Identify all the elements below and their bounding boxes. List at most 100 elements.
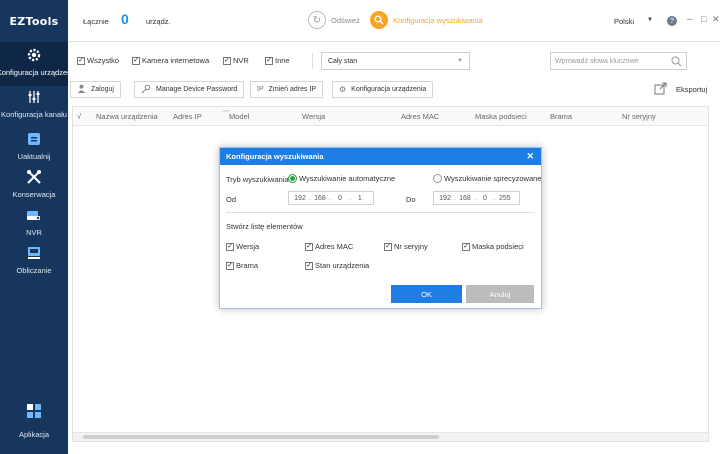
sidebar-item-label: NVR	[26, 228, 42, 237]
help-icon[interactable]: ?	[667, 16, 677, 26]
list-items-label: Stwórz listę elementów	[226, 222, 303, 231]
sidebar: EZTools Konfiguracja urządzeń Konfigurac…	[0, 0, 68, 454]
chevron-down-icon[interactable]: ▼	[647, 17, 653, 23]
login-button[interactable]: Zaloguj	[70, 81, 121, 98]
dialog-header: Konfiguracja wyszukiwania ✕	[220, 148, 541, 165]
column-device-name[interactable]: Nazwa urządzenia	[96, 112, 158, 121]
item-mac-checkbox[interactable]: ✓ Adres MAC	[305, 242, 353, 251]
scrollbar-thumb[interactable]	[83, 435, 439, 439]
search-input[interactable]: Wprowadź słowa kluczowe	[550, 52, 687, 70]
search-icon[interactable]	[671, 56, 682, 69]
check-icon: ✓	[305, 261, 313, 270]
mode-auto-radio[interactable]: Wyszukiwanie automatyczne	[288, 174, 395, 183]
state-select-value: Cały stan	[328, 57, 358, 65]
ip-octet: 168	[314, 194, 326, 202]
item-state-checkbox[interactable]: ✓ Stan urządzenia	[305, 261, 369, 270]
column-serial[interactable]: Nr seryjny	[622, 112, 656, 121]
sidebar-item-label: Obliczanie	[16, 266, 52, 275]
column-gateway[interactable]: Brama	[550, 112, 572, 121]
ip-icon: IP	[257, 86, 264, 93]
check-icon: ✓	[462, 242, 470, 251]
tools-icon	[26, 166, 42, 188]
close-icon[interactable]: ✕	[526, 151, 534, 162]
column-ip-address[interactable]: Adres IP	[173, 112, 202, 121]
export-label: Eksportuj	[676, 85, 708, 94]
column-mac[interactable]: Adres MAC	[401, 112, 439, 121]
sidebar-item-label: Konserwacja	[12, 190, 56, 199]
ip-octet: 192	[439, 194, 451, 202]
item-version-checkbox[interactable]: ✓ Wersja	[226, 242, 259, 251]
filter-nvr-checkbox[interactable]: ✓ NVR	[223, 56, 249, 65]
device-config-button[interactable]: ⚙ Konfiguracja urządzenia	[332, 81, 434, 98]
search-config-label: Konfiguracja wyszukiwania	[393, 15, 483, 25]
filter-all-checkbox[interactable]: ✓ Wszystko	[77, 56, 119, 65]
item-mac-label: Adres MAC	[315, 242, 354, 251]
ip-octet: 0	[337, 194, 342, 202]
chevron-down-icon: ▼	[457, 58, 463, 64]
user-icon	[77, 84, 86, 95]
item-mask-checkbox[interactable]: ✓ Maska podsieci	[462, 242, 524, 251]
check-icon: ✓	[223, 56, 231, 65]
device-count-value: 0	[121, 11, 129, 27]
column-version[interactable]: Wersja	[302, 112, 325, 121]
sidebar-item-channel-config[interactable]: Konfiguracja kanału	[0, 86, 68, 126]
close-icon[interactable]: ✕	[712, 14, 720, 25]
refresh-icon: ↻	[308, 11, 326, 29]
change-ip-button[interactable]: IP Zmień adres IP	[250, 81, 324, 98]
sidebar-item-nvr[interactable]: NVR	[0, 202, 68, 240]
filter-other-label: Inne	[275, 56, 290, 65]
check-icon: ✓	[77, 56, 85, 65]
radio-unchecked-icon	[433, 174, 442, 183]
manage-password-button[interactable]: Manage Device Password	[134, 81, 245, 98]
state-select[interactable]: Cały stan ▼	[321, 52, 470, 70]
item-gateway-checkbox[interactable]: ✓ Brama	[226, 261, 258, 270]
app-logo: EZTools	[9, 14, 59, 28]
filter-other-checkbox[interactable]: ✓ Inne	[265, 56, 290, 65]
column-model[interactable]: Model	[229, 112, 249, 121]
divider	[226, 212, 535, 213]
toolbar: Zaloguj Manage Device Password IP Zmień …	[68, 80, 720, 102]
mode-auto-label: Wyszukiwanie automatyczne	[299, 174, 396, 183]
export-button[interactable]: Eksportuj	[654, 82, 707, 97]
divider	[312, 53, 313, 69]
sidebar-item-maintenance[interactable]: Konserwacja	[0, 164, 68, 202]
refresh-button[interactable]: ↻ Odśwież	[308, 11, 360, 29]
top-bar: Łącznie 0 urządz. ↻ Odśwież Konfiguracja…	[68, 0, 720, 42]
dialog-title: Konfiguracja wyszukiwania	[226, 152, 324, 161]
sidebar-item-label: Konfiguracja urządzeń	[0, 68, 68, 77]
column-subnet-mask[interactable]: Maska podsieci	[475, 112, 527, 121]
item-mask-label: Maska podsieci	[472, 242, 524, 251]
upgrade-icon	[27, 128, 41, 150]
filter-ipc-label: Kamera internetowa	[142, 56, 210, 65]
key-icon	[141, 84, 151, 96]
nvr-icon	[26, 204, 42, 226]
horizontal-scrollbar[interactable]	[73, 432, 708, 441]
maximize-icon[interactable]: □	[701, 14, 706, 24]
sidebar-item-device-config[interactable]: Konfiguracja urządzeń	[0, 42, 68, 86]
filter-bar: ✓ Wszystko ✓ Kamera internetowa ✓ NVR ✓ …	[68, 42, 720, 78]
language-select[interactable]: Polski	[614, 17, 634, 26]
to-ip-input[interactable]: 192. 168. 0. 255	[433, 191, 520, 205]
sidebar-item-label: Aplikacja	[18, 430, 49, 439]
sidebar-item-calculation[interactable]: Obliczanie	[0, 240, 68, 280]
search-config-button[interactable]: Konfiguracja wyszukiwania	[370, 11, 483, 29]
filter-ipc-checkbox[interactable]: ✓ Kamera internetowa	[132, 56, 209, 65]
mode-specific-radio[interactable]: Wyszukiwanie sprecyzowane	[433, 174, 541, 183]
minimize-icon[interactable]: –	[687, 14, 693, 25]
sliders-icon	[27, 86, 41, 108]
export-icon	[654, 82, 667, 97]
search-mode-label: Tryb wyszukiwania	[226, 175, 289, 184]
to-label: Do	[406, 195, 416, 204]
select-all-column[interactable]: √	[77, 112, 81, 121]
item-serial-checkbox[interactable]: ✓ Nr seryjny	[384, 242, 428, 251]
calculator-icon	[27, 242, 41, 264]
refresh-label: Odśwież	[331, 15, 360, 25]
from-ip-input[interactable]: 192. 168. 0. 1	[288, 191, 374, 205]
search-config-icon	[370, 11, 388, 29]
item-serial-label: Nr seryjny	[394, 242, 428, 251]
ok-button[interactable]: OK	[391, 285, 462, 303]
ip-octet: 255	[499, 194, 511, 202]
sidebar-item-apps[interactable]: Aplikacja	[0, 398, 68, 442]
sidebar-item-upgrade[interactable]: Uaktualnij	[0, 126, 68, 164]
cancel-button[interactable]: Anuluj	[466, 285, 534, 303]
